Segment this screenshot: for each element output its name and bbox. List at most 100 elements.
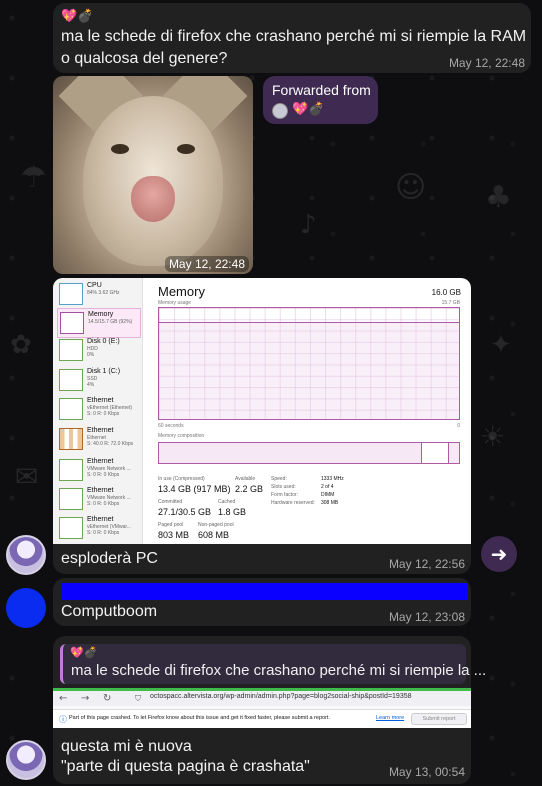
message-time: May 13, 00:54: [388, 765, 465, 779]
tm-item-name: Memory: [88, 311, 114, 318]
reply-quote[interactable]: 💖💣 ma le schede di firefox che crashano …: [60, 644, 486, 684]
ff-url: octospacc.altervista.org/wp-admin/admin.…: [150, 693, 412, 700]
tm-stat-value: 1.8 GB: [218, 507, 247, 517]
tm-sidebar-item[interactable]: Ethernet vEthernet (VMwar... S: 0 R: 0 Kb…: [57, 514, 141, 544]
tm-stat-value: 13.4 GB (917 MB): [158, 484, 231, 494]
tm-sidebar-item[interactable]: Ethernet vEthernet (Ethernet) S: 0 R: 0 K…: [57, 395, 141, 425]
tm-item-sub: SSD 4%: [87, 376, 98, 388]
tm-composition-caption: Memory composition: [158, 433, 205, 439]
message-text: questa mi è nuova: [61, 738, 192, 755]
tm-usage-fill: [159, 323, 459, 419]
cat-photo[interactable]: May 12, 22:48: [53, 76, 253, 274]
avatar[interactable]: [6, 588, 46, 628]
tm-item-name: Ethernet: [87, 516, 114, 523]
doodle-icon: ♣: [485, 180, 512, 215]
forward-sender-emoji: 💖💣: [292, 102, 325, 117]
photo-time: May 12, 22:48: [164, 256, 249, 272]
tm-spec-key: Speed:: [271, 476, 287, 482]
reply-text: ma le schede di firefox che crashano per…: [71, 662, 487, 679]
message-time: May 12, 22:48: [448, 56, 525, 70]
tm-thumb-graph: [59, 459, 83, 481]
cat-eye: [111, 144, 129, 154]
tm-stat-label: In use (Compressed): [158, 476, 205, 482]
tm-item-name: Disk 1 (C:): [87, 368, 121, 375]
tm-item-sub: vEthernet (VMwar... S: 0 R: 0 Kbps: [87, 524, 131, 536]
tm-item-name: CPU: [87, 282, 102, 289]
tm-spec-value: 2 of 4: [321, 484, 334, 490]
message-text: esploderà PC: [61, 550, 158, 567]
doodle-icon: ☂: [20, 160, 47, 195]
tm-usage-caption: Memory usage: [158, 300, 192, 306]
tm-stat-value: 27.1/30.5 GB: [158, 507, 212, 517]
tm-sidebar-item[interactable]: Ethernet Ethernet S: 40.0 R: 72.0 Kbps: [57, 425, 141, 455]
message-text: o qualcosa del genere?: [61, 50, 228, 67]
doodle-icon: ☀: [480, 420, 506, 453]
sender-emoji: 💖💣: [61, 9, 94, 24]
message-time: May 12, 22:56: [388, 557, 465, 571]
tm-item-sub: 84% 3.62 GHz: [87, 290, 120, 296]
tm-total: 16.0 GB: [431, 288, 461, 297]
tm-sidebar-item[interactable]: Disk 0 (E:) HDD 0%: [57, 336, 141, 366]
arrow-right-icon: ➜: [490, 542, 508, 566]
task-manager-screenshot[interactable]: CPU 84% 3.62 GHz Memory 14.5/15.7 GB (92%) D…: [53, 278, 471, 544]
tm-thumb-graph: [60, 312, 84, 334]
tm-stat-label: Cached: [218, 499, 236, 505]
tm-sidebar-item[interactable]: Disk 1 (C:) SSD 4%: [57, 366, 141, 396]
tm-stat-label: Available: [235, 476, 256, 482]
tm-stat-label: Committed: [158, 499, 183, 505]
tm-item-sub: HDD 0%: [87, 346, 98, 358]
tm-thumb-graph: [59, 283, 83, 305]
message-bubble[interactable]: 💖💣 ma le schede di firefox che crashano …: [53, 3, 531, 73]
doodle-icon: ✿: [10, 330, 32, 360]
tm-spec-value: DIMM: [321, 492, 335, 498]
tm-sidebar-item[interactable]: CPU 84% 3.62 GHz: [57, 280, 141, 310]
cat-nose: [131, 176, 175, 222]
tm-item-sub: 14.5/15.7 GB (92%): [88, 319, 133, 325]
message-time: May 12, 23:08: [388, 610, 465, 624]
tm-sidebar-item[interactable]: Memory 14.5/15.7 GB (92%): [57, 308, 141, 338]
tm-item-name: Ethernet: [87, 427, 114, 434]
tm-axis-left: 60 seconds: [158, 423, 184, 429]
tm-spec-key: Form factor:: [271, 492, 298, 498]
forwarded-from-badge[interactable]: Forwarded from 💖💣: [263, 76, 378, 124]
message-bubble[interactable]: esploderà PC May 12, 22:56: [53, 544, 471, 574]
shield-icon: ⛉: [135, 694, 141, 703]
tm-item-sub: VMware Network ... S: 0 R: 0 Kbps: [87, 466, 131, 478]
tm-usage-graph: [158, 307, 460, 420]
tm-item-name: Ethernet: [87, 397, 114, 404]
tm-item-sub: VMware Network ... S: 0 R: 0 Kbps: [87, 495, 131, 507]
tm-spec-key: Hardware reserved:: [271, 500, 315, 506]
ff-toolbar: ← → ↻ ⛉ octospacc.altervista.org/wp-admi…: [53, 688, 471, 706]
tm-item-name: Ethernet: [87, 458, 114, 465]
forward-button[interactable]: ➜: [481, 536, 517, 572]
tm-thumb-graph: [59, 517, 83, 539]
message-text: ma le schede di firefox che crashano per…: [61, 28, 527, 45]
tm-sidebar-item[interactable]: Ethernet VMware Network ... S: 0 R: 0 Kbp…: [57, 485, 141, 515]
ff-crash-text: Part of this page crashed. To let Firefo…: [69, 715, 330, 721]
tm-item-sub: Ethernet S: 40.0 R: 72.0 Kbps: [87, 435, 134, 447]
tm-item-name: Disk 0 (E:): [87, 338, 120, 345]
reply-sender-emoji: 💖💣: [70, 646, 98, 659]
cat-eye: [177, 144, 195, 154]
ff-submit-report-button: Submit report: [411, 713, 467, 725]
doodle-icon: ☺: [395, 170, 427, 205]
tm-composition-bar: [158, 442, 460, 464]
tm-thumb-graph: [59, 398, 83, 420]
tm-stat-label: Paged pool: [158, 522, 184, 528]
tm-thumb-graph: [59, 428, 83, 450]
back-icon: ←: [59, 693, 68, 704]
message-text: "parte di questa pagina è crashata": [61, 758, 310, 775]
reload-icon: ↻: [103, 693, 112, 704]
tm-sidebar: CPU 84% 3.62 GHz Memory 14.5/15.7 GB (92%) D…: [53, 278, 143, 544]
tm-sidebar-item[interactable]: Ethernet VMware Network ... S: 0 R: 0 Kbp…: [57, 456, 141, 486]
ff-learn-more-link: Learn more: [376, 715, 405, 721]
info-icon: ⓘ: [59, 715, 67, 724]
tm-item-sub: vEthernet (Ethernet) S: 0 R: 0 Kbps: [87, 405, 133, 417]
tm-spec-value: 308 MB: [321, 500, 339, 506]
tm-axis-right: 0: [457, 423, 460, 429]
tm-thumb-graph: [59, 339, 83, 361]
avatar[interactable]: [6, 535, 46, 575]
firefox-screenshot[interactable]: ← → ↻ ⛉ octospacc.altervista.org/wp-admi…: [53, 688, 471, 728]
tm-spec-value: 1333 MHz: [321, 476, 344, 482]
avatar[interactable]: [6, 740, 46, 780]
